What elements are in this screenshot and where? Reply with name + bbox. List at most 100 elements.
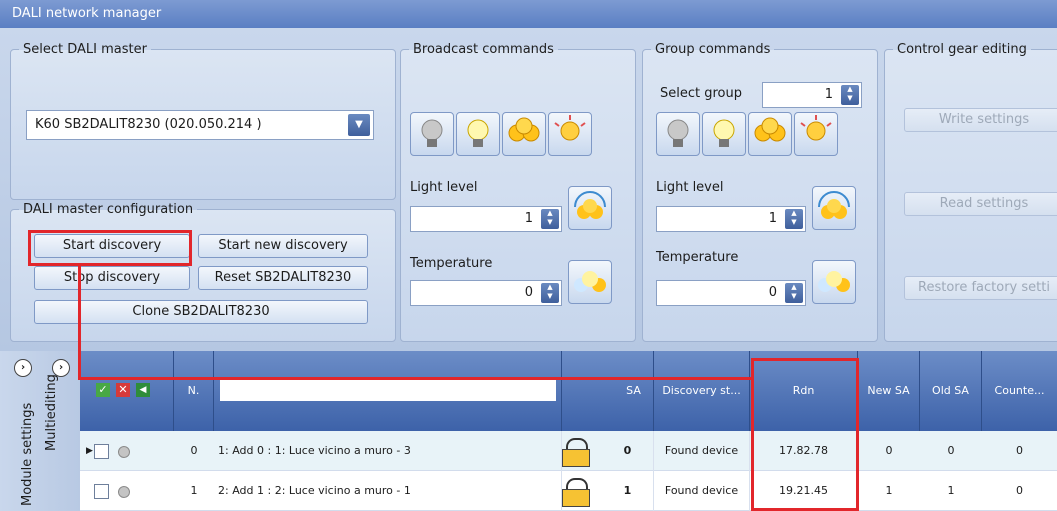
check-all-icon[interactable]: ✓ (96, 383, 110, 397)
group-light-level-value: 1 (768, 211, 777, 226)
control-panel: Select DALI master K60 SB2DALIT8230 (020… (0, 28, 1057, 351)
bulb-on-icon (713, 119, 735, 147)
dali-master-select[interactable]: K60 SB2DALIT8230 (020.050.214 ) ▼ (26, 110, 374, 140)
row-new-sa: 1 (885, 484, 893, 497)
spin-arrows-icon[interactable]: ▲ ▼ (841, 85, 859, 105)
group-off-button[interactable] (656, 112, 700, 156)
group-set-temperature-button[interactable] (812, 260, 856, 304)
broadcast-set-level-button[interactable] (568, 186, 612, 230)
bulb-off-icon (667, 119, 689, 147)
lock-icon (562, 431, 602, 471)
start-new-discovery-button[interactable]: Start new discovery (198, 234, 368, 258)
broadcast-temperature-value: 0 (524, 285, 533, 300)
row-discovery-status: Found device (654, 471, 750, 511)
group-set-level-button[interactable] (812, 186, 856, 230)
restore-factory-settings-button[interactable]: Restore factory setti (904, 276, 1057, 300)
row-name: 2: Add 1 : 2: Luce vicino a muro - 1 (214, 471, 562, 511)
window-title: DALI network manager (0, 0, 1057, 28)
broadcast-off-button[interactable] (410, 112, 454, 156)
broadcast-light-level-input[interactable]: 1 ▲ ▼ (410, 206, 562, 232)
column-discovery-status[interactable]: Discovery st... (654, 351, 750, 431)
bulb-level-icon (818, 191, 850, 219)
select-master-legend: Select DALI master (23, 42, 147, 57)
column-n[interactable]: N. (174, 351, 214, 431)
stop-discovery-button[interactable]: Stop discovery (34, 266, 190, 290)
bulb-off-icon (421, 119, 443, 147)
broadcast-light-level-label: Light level (410, 180, 478, 195)
lock-icon (562, 471, 602, 511)
spin-arrows-icon[interactable]: ▲ ▼ (541, 209, 559, 229)
broadcast-set-temperature-button[interactable] (568, 260, 612, 304)
bulb-temperature-icon (818, 271, 850, 292)
column-counter[interactable]: Counte... (982, 351, 1057, 431)
group-temperature-value: 0 (768, 285, 777, 300)
group-max-button[interactable] (748, 112, 792, 156)
read-settings-button[interactable]: Read settings (904, 192, 1057, 216)
expand-module-settings-icon[interactable]: › (14, 359, 32, 377)
row-sa: 1 (602, 471, 654, 511)
group-on-button[interactable] (702, 112, 746, 156)
broadcast-on-button[interactable] (456, 112, 500, 156)
row-checkbox[interactable] (94, 484, 109, 499)
name-filter-input[interactable] (220, 377, 556, 401)
side-panel: › › Module settings Multiediting (0, 351, 80, 511)
write-settings-button[interactable]: Write settings (904, 108, 1057, 132)
row-old-sa: 1 (947, 484, 955, 497)
chevron-down-icon[interactable]: ▼ (348, 114, 370, 136)
bulb-scene-icon (554, 115, 586, 141)
row-counter: 0 (1016, 444, 1023, 457)
select-group-value: 1 (824, 87, 833, 102)
group-light-level-label: Light level (656, 180, 724, 195)
row-select-cell (80, 471, 174, 511)
status-led-icon (118, 486, 130, 498)
bulb-scene-icon (800, 115, 832, 141)
broadcast-max-button[interactable] (502, 112, 546, 156)
table-row[interactable]: 1 2: Add 1 : 2: Luce vicino a muro - 1 1… (80, 471, 1057, 511)
bulb-level-icon (574, 191, 606, 219)
group-temperature-input[interactable]: 0 ▲ ▼ (656, 280, 806, 306)
broadcast-scene-button[interactable] (548, 112, 592, 156)
row-counter: 0 (1016, 484, 1023, 497)
bulb-max-icon (754, 117, 786, 142)
multiediting-tab[interactable]: Multiediting (44, 374, 59, 451)
bulb-on-icon (467, 119, 489, 147)
master-config-legend: DALI master configuration (23, 202, 194, 217)
table-row[interactable]: ▶ 0 1: Add 0 : 1: Luce vicino a muro - 3… (80, 431, 1057, 471)
broadcast-temperature-input[interactable]: 0 ▲ ▼ (410, 280, 562, 306)
dali-master-value: K60 SB2DALIT8230 (020.050.214 ) (35, 117, 262, 132)
select-icon[interactable]: ◀ (136, 383, 150, 397)
row-name: 1: Add 0 : 1: Luce vicino a muro - 3 (214, 431, 562, 471)
spin-arrows-icon[interactable]: ▲ ▼ (541, 283, 559, 303)
row-checkbox[interactable] (94, 444, 109, 459)
row-new-sa: 0 (885, 444, 893, 457)
start-discovery-button[interactable]: Start discovery (34, 234, 190, 258)
column-rdn[interactable]: Rdn (750, 351, 858, 431)
row-rdn: 17.82.78 (750, 431, 858, 471)
status-led-icon (118, 446, 130, 458)
bulb-temperature-icon (574, 271, 606, 292)
select-group-input[interactable]: 1 ▲ ▼ (762, 82, 862, 108)
row-sa: 0 (602, 431, 654, 471)
group-scene-button[interactable] (794, 112, 838, 156)
column-old-sa[interactable]: Old SA (920, 351, 982, 431)
uncheck-all-icon[interactable]: ✕ (116, 383, 130, 397)
clone-master-button[interactable]: Clone SB2DALIT8230 (34, 300, 368, 324)
grid-header: ✓ ✕ ◀ N. SA Discovery st... Rdn New SA O… (80, 351, 1057, 431)
column-name-filter (214, 351, 562, 431)
broadcast-light-level-value: 1 (524, 211, 533, 226)
row-select-cell: ▶ (80, 431, 174, 471)
broadcast-legend: Broadcast commands (413, 42, 554, 57)
row-discovery-status: Found device (654, 431, 750, 471)
reset-master-button[interactable]: Reset SB2DALIT8230 (198, 266, 368, 290)
control-gear-legend: Control gear editing (897, 42, 1027, 57)
header-action-icons: ✓ ✕ ◀ (80, 351, 174, 431)
row-n: 1 (190, 484, 198, 497)
bulb-max-icon (508, 117, 540, 142)
broadcast-temperature-label: Temperature (410, 256, 493, 271)
column-new-sa[interactable]: New SA (858, 351, 920, 431)
spin-arrows-icon[interactable]: ▲ ▼ (785, 209, 803, 229)
module-settings-tab[interactable]: Module settings (20, 403, 35, 506)
column-sa[interactable]: SA (562, 351, 654, 431)
spin-arrows-icon[interactable]: ▲ ▼ (785, 283, 803, 303)
group-light-level-input[interactable]: 1 ▲ ▼ (656, 206, 806, 232)
